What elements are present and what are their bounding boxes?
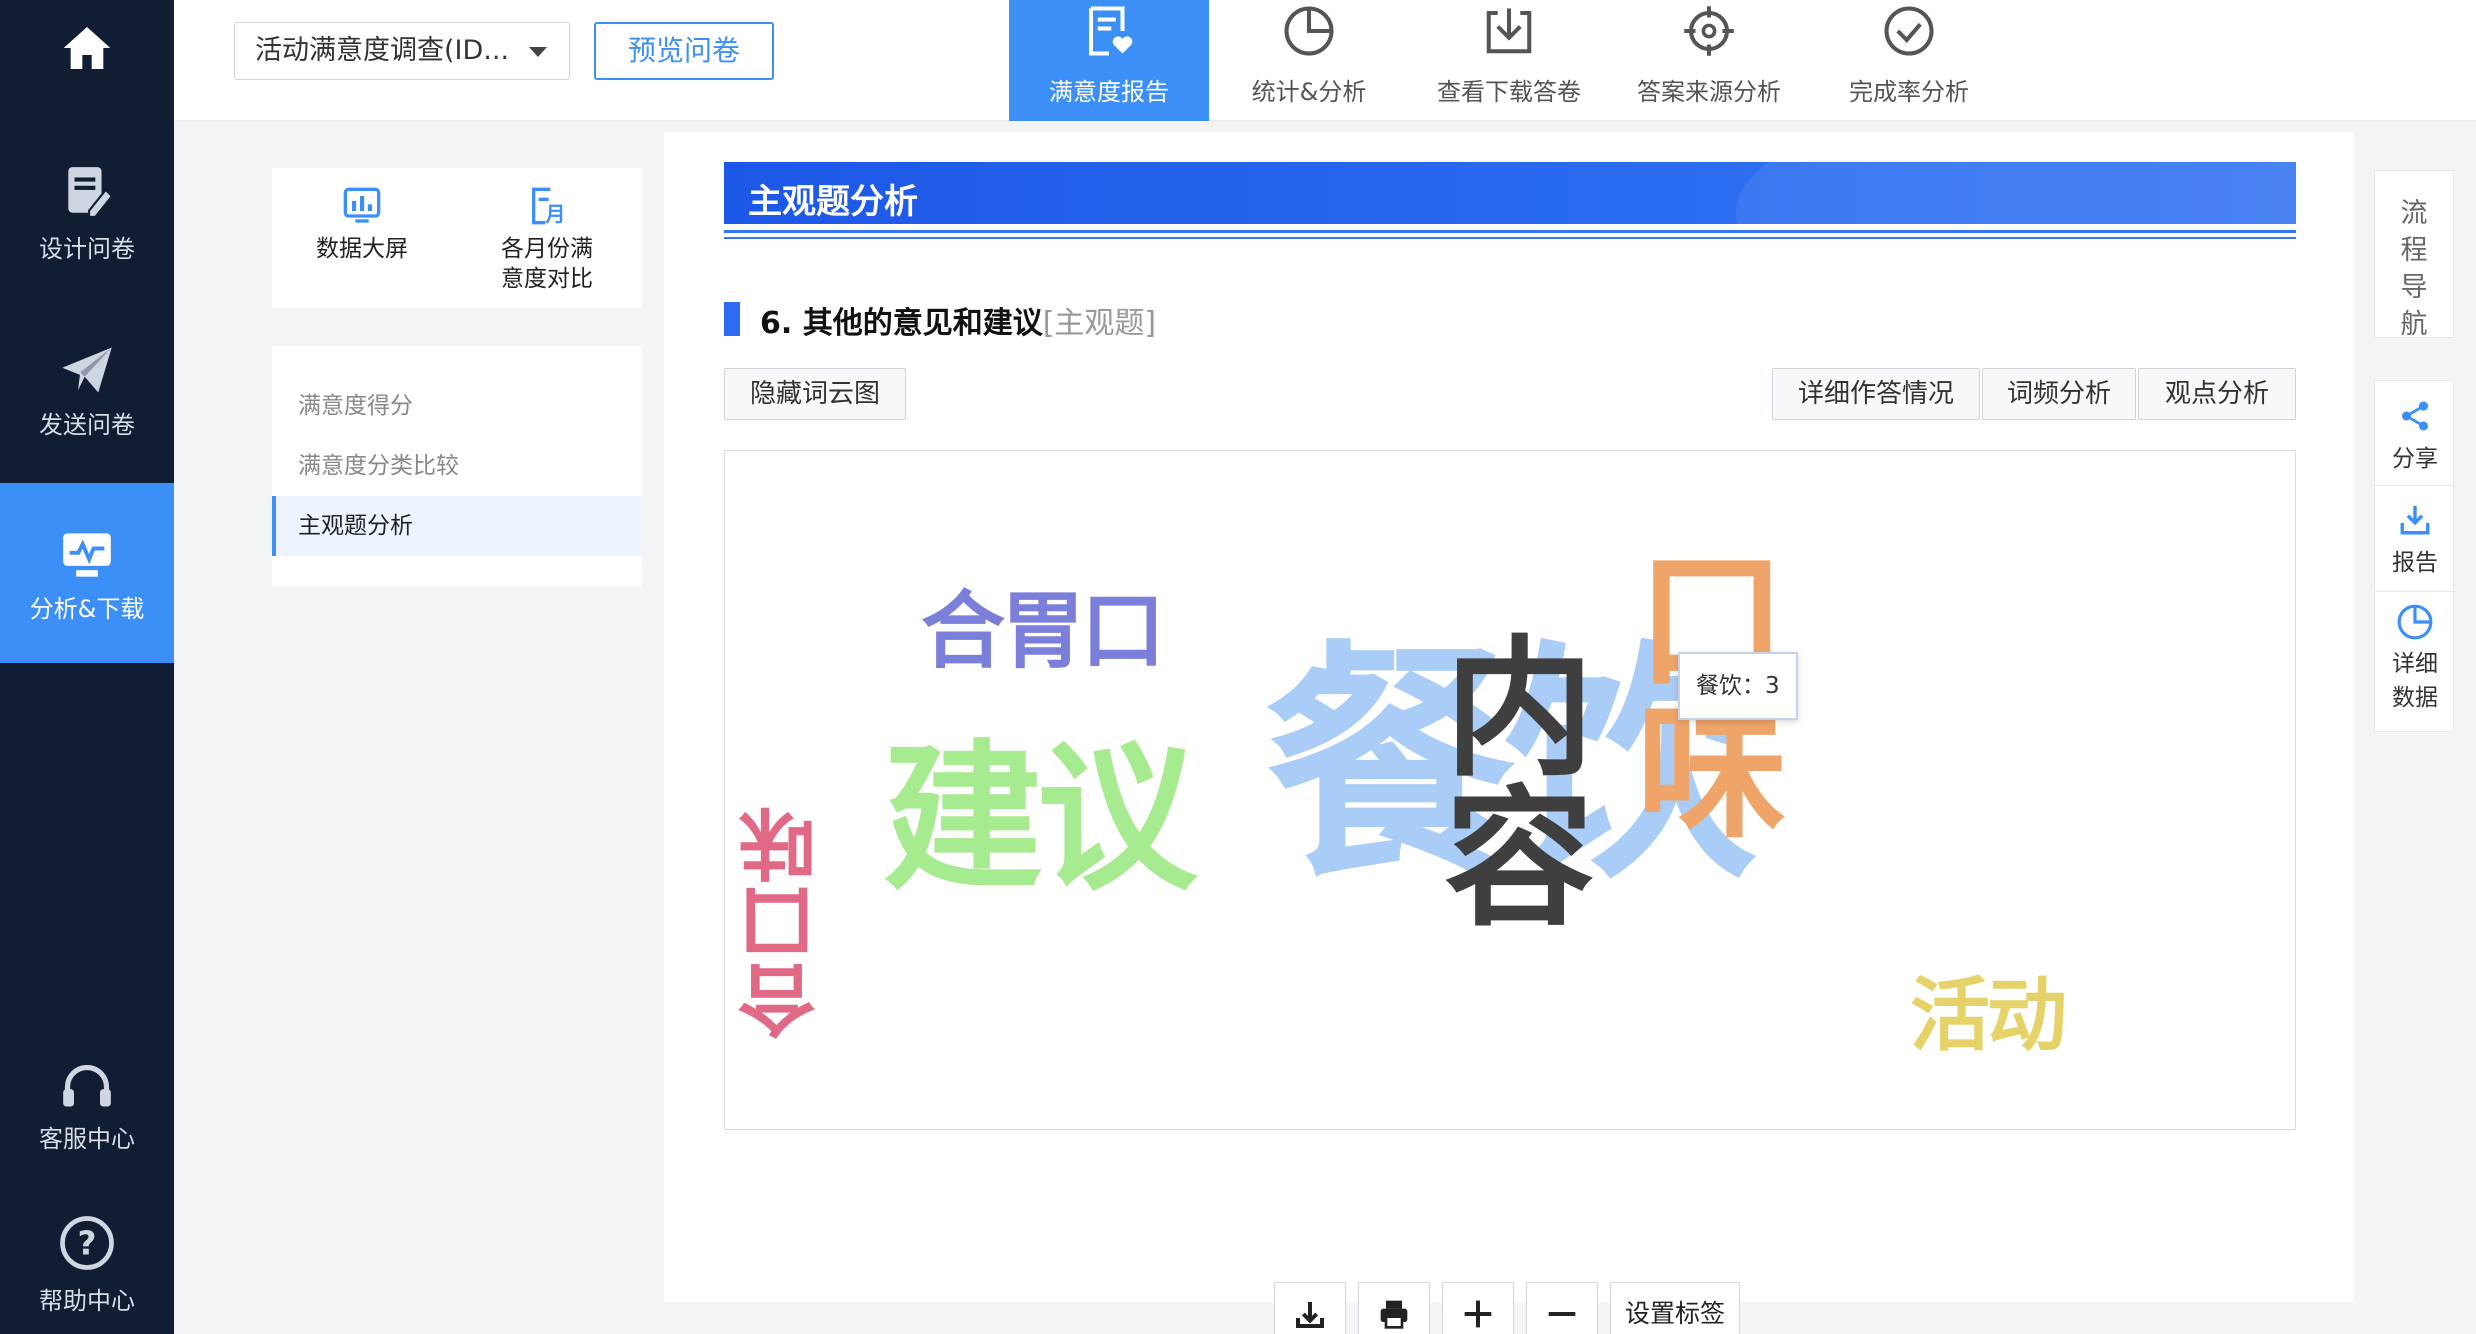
sidebar-item-design[interactable]: 设计问卷 <box>0 165 174 285</box>
divider <box>724 237 2296 239</box>
hide-wordcloud-button[interactable]: 隐藏词云图 <box>724 368 906 420</box>
question-title: 6. 其他的意见和建议[主观题] <box>760 298 1156 342</box>
quick-link-data-screen[interactable]: 数据大屏 <box>272 186 452 264</box>
top-bar: 活动满意度调查(ID... 预览问卷 满意度报告 统计&分析 查看下载答卷 答案… <box>174 0 2476 121</box>
divider <box>724 230 2296 233</box>
sidebar-item-service[interactable]: 客服中心 <box>0 1065 174 1175</box>
submenu-item-subjective[interactable]: 主观题分析 <box>272 496 642 556</box>
home-button[interactable] <box>0 20 174 110</box>
cloud-word[interactable]: 活动 <box>1910 976 2067 1056</box>
tab-label: 满意度报告 <box>1049 78 1169 106</box>
quick-links-card: 数据大屏 月 各月份满 意度对比 <box>272 168 642 308</box>
paper-plane-icon <box>62 347 112 393</box>
detail-label: 数据 <box>2392 685 2438 711</box>
quick-link-label: 意度对比 <box>501 266 593 292</box>
tab-statistics[interactable]: 统计&分析 <box>1209 0 1409 121</box>
tab-label: 查看下载答卷 <box>1437 78 1581 106</box>
share-label: 分享 <box>2392 446 2438 472</box>
submenu-item-category[interactable]: 满意度分类比较 <box>272 436 642 496</box>
quick-link-label: 各月份满 <box>501 236 593 262</box>
sidebar-item-help[interactable]: ? 帮助中心 <box>0 1215 174 1325</box>
pie-detail-icon <box>2397 604 2433 640</box>
dashboard-icon <box>343 187 381 223</box>
report-download-button[interactable]: 报告 <box>2375 503 2455 593</box>
printer-icon <box>1380 1300 1408 1329</box>
cloud-word[interactable]: 内容 <box>1419 629 1593 929</box>
question-text: 6. 其他的意见和建议 <box>760 306 1043 341</box>
tab-label: 答案来源分析 <box>1637 78 1781 106</box>
chevron-down-icon <box>529 47 547 57</box>
quick-link-monthly-compare[interactable]: 月 各月份满 意度对比 <box>457 186 637 294</box>
svg-text:月: 月 <box>544 202 565 226</box>
cloud-word[interactable]: 建议 <box>883 739 1197 899</box>
minus-icon <box>1548 1312 1576 1316</box>
svg-text:?: ? <box>78 1225 97 1263</box>
home-icon <box>63 27 111 69</box>
section-banner: 主观题分析 <box>724 162 2296 224</box>
survey-select[interactable]: 活动满意度调查(ID... <box>234 22 570 80</box>
pie-chart-icon <box>1284 6 1334 56</box>
preview-survey-button[interactable]: 预览问卷 <box>594 22 774 80</box>
download-icon <box>1296 1302 1324 1328</box>
main-content: 主观题分析 6. 其他的意见和建议[主观题] 隐藏词云图 详细作答情况 词频分析… <box>664 132 2354 1334</box>
sidebar-item-label: 帮助中心 <box>39 1287 135 1315</box>
zoom-out-button[interactable] <box>1526 1282 1598 1334</box>
edit-document-icon <box>68 167 112 218</box>
share-button[interactable]: 分享 <box>2375 399 2455 489</box>
detail-answers-button[interactable]: 详细作答情况 <box>1772 368 1980 420</box>
tab-label: 统计&分析 <box>1251 78 1367 106</box>
headset-icon <box>63 1065 111 1107</box>
monitor-chart-icon <box>63 533 111 577</box>
download-icon <box>1486 8 1532 54</box>
plus-icon <box>1464 1300 1492 1328</box>
word-cloud: 餐饮 建议 合胃口 内容 口味 合口味 活动 <box>724 450 2296 1130</box>
target-icon <box>1684 6 1734 56</box>
sidebar-item-label: 设计问卷 <box>39 235 135 263</box>
set-label-button[interactable]: 设置标签 <box>1610 1282 1741 1334</box>
opinion-analysis-button[interactable]: 观点分析 <box>2138 368 2296 420</box>
tab-view-download[interactable]: 查看下载答卷 <box>1409 0 1609 121</box>
sidebar-item-label: 客服中心 <box>39 1125 135 1153</box>
word-frequency-button[interactable]: 词频分析 <box>1982 368 2136 420</box>
left-sidebar: 设计问卷 发送问卷 分析&下载 客服中心 ? 帮助中心 <box>0 0 174 1334</box>
sidebar-item-label: 发送问卷 <box>39 411 135 439</box>
sidebar-item-analysis[interactable]: 分析&下载 <box>0 483 174 663</box>
analysis-submenu: 满意度得分 满意度分类比较 主观题分析 <box>272 346 642 586</box>
cloud-word[interactable]: 合胃口 <box>921 589 1165 673</box>
sidebar-item-send[interactable]: 发送问卷 <box>0 345 174 465</box>
question-marker <box>724 302 740 336</box>
right-action-panel: 分享 报告 详细 数据 <box>2374 380 2455 732</box>
question-type-tag: [主观题] <box>1042 306 1157 341</box>
calendar-month-icon: 月 <box>532 187 565 226</box>
share-icon <box>2401 401 2429 431</box>
zoom-in-button[interactable] <box>1442 1282 1514 1334</box>
word-tooltip: 餐饮：3 <box>1678 652 1798 720</box>
question-circle-icon: ? <box>60 1216 114 1270</box>
print-button[interactable] <box>1358 1282 1430 1334</box>
tab-completion-rate[interactable]: 完成率分析 <box>1809 0 2009 121</box>
report-label: 报告 <box>2392 550 2438 576</box>
detail-data-button[interactable]: 详细 数据 <box>2375 603 2455 723</box>
survey-select-value: 活动满意度调查(ID... <box>255 35 510 66</box>
tab-source-analysis[interactable]: 答案来源分析 <box>1609 0 1809 121</box>
check-circle-icon <box>1884 6 1934 56</box>
submenu-item-score[interactable]: 满意度得分 <box>272 376 642 436</box>
sidebar-item-label: 分析&下载 <box>29 595 145 623</box>
section-title: 主观题分析 <box>748 182 918 222</box>
cloud-word[interactable]: 合口味 <box>739 806 829 1040</box>
tab-label: 完成率分析 <box>1849 78 1969 106</box>
download-button[interactable] <box>1274 1282 1346 1334</box>
quick-link-label: 数据大屏 <box>316 236 408 262</box>
tab-satisfaction-report[interactable]: 满意度报告 <box>1009 0 1209 121</box>
detail-label: 详细 <box>2392 651 2438 677</box>
flow-nav-button[interactable]: 流程导航 <box>2374 170 2454 340</box>
download-report-icon <box>2400 505 2430 535</box>
flow-nav-label: 流程导航 <box>2400 198 2428 340</box>
report-heart-icon <box>1088 6 1133 56</box>
